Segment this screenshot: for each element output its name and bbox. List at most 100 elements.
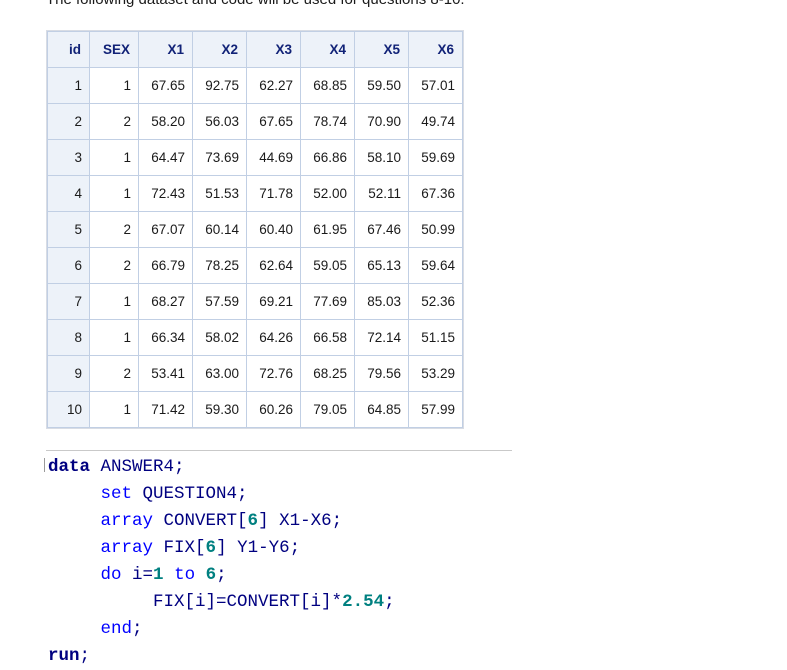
cell-x6: 53.29 <box>408 355 463 392</box>
code-text: ] X1-X6; <box>258 511 343 531</box>
cell-sex: 1 <box>89 175 139 212</box>
cell-x4: 68.25 <box>300 355 355 392</box>
code-keyword-do: do <box>100 565 122 585</box>
cell-x1: 67.65 <box>138 67 193 104</box>
cell-x4: 52.00 <box>300 175 355 212</box>
code-text: QUESTION4; <box>132 484 248 504</box>
code-number: 6 <box>247 511 259 531</box>
code-keyword-array: array <box>100 511 154 531</box>
cell-x3: 60.40 <box>246 211 301 248</box>
cell-x5: 64.85 <box>354 391 409 428</box>
cell-x3: 60.26 <box>246 391 301 428</box>
cell-sex: 2 <box>89 211 139 248</box>
cell-x2: 51.53 <box>192 175 247 212</box>
table-row: 10 1 71.42 59.30 60.26 79.05 64.85 57.99 <box>47 391 463 428</box>
header-sex: SEX <box>89 31 139 68</box>
code-number: 6 <box>205 565 217 585</box>
cell-id: 1 <box>47 67 90 104</box>
cell-x2: 57.59 <box>192 283 247 320</box>
cell-sex: 1 <box>89 319 139 356</box>
code-text: ; <box>216 565 227 585</box>
header-x2: X2 <box>192 31 247 68</box>
header-x6: X6 <box>408 31 463 68</box>
cell-sex: 1 <box>89 391 139 428</box>
cell-x2: 73.69 <box>192 139 247 176</box>
cell-id: 4 <box>47 175 90 212</box>
cell-x5: 59.50 <box>354 67 409 104</box>
cell-x3: 69.21 <box>246 283 301 320</box>
code-text: ; <box>79 646 91 666</box>
header-x3: X3 <box>246 31 301 68</box>
code-number: 1 <box>153 565 164 585</box>
code-text: ] Y1-Y6; <box>216 538 301 558</box>
cell-x6: 59.64 <box>408 247 463 284</box>
intro-text: The following dataset and code will be u… <box>46 0 465 8</box>
cell-x1: 53.41 <box>138 355 193 392</box>
code-number: 2.54 <box>342 592 385 612</box>
cell-id: 2 <box>47 103 90 140</box>
cell-sex: 2 <box>89 247 139 284</box>
cell-x2: 63.00 <box>192 355 247 392</box>
header-x4: X4 <box>300 31 355 68</box>
cell-x2: 92.75 <box>192 67 247 104</box>
cell-x4: 66.86 <box>300 139 355 176</box>
cell-id: 10 <box>47 391 90 428</box>
table-row: 7 1 68.27 57.59 69.21 77.69 85.03 52.36 <box>47 283 463 320</box>
cell-x3: 71.78 <box>246 175 301 212</box>
cell-x5: 52.11 <box>354 175 409 212</box>
cell-id: 6 <box>47 247 90 284</box>
cell-id: 9 <box>47 355 90 392</box>
dataset-table: id SEX X1 X2 X3 X4 X5 X6 1 1 67.65 92.75… <box>47 31 463 428</box>
cell-sex: 2 <box>89 103 139 140</box>
header-id: id <box>47 31 90 68</box>
cell-x4: 59.05 <box>300 247 355 284</box>
cell-x6: 59.69 <box>408 139 463 176</box>
cell-x1: 64.47 <box>138 139 193 176</box>
table-row: 3 1 64.47 73.69 44.69 66.86 58.10 59.69 <box>47 139 463 176</box>
cell-sex: 1 <box>89 67 139 104</box>
table-row: 5 2 67.07 60.14 60.40 61.95 67.46 50.99 <box>47 211 463 248</box>
cell-x6: 50.99 <box>408 211 463 248</box>
cell-x1: 68.27 <box>138 283 193 320</box>
table-row: 6 2 66.79 78.25 62.64 59.05 65.13 59.64 <box>47 247 463 284</box>
table-row: 8 1 66.34 58.02 64.26 66.58 72.14 51.15 <box>47 319 463 356</box>
table-row: 1 1 67.65 92.75 62.27 68.85 59.50 57.01 <box>47 67 463 104</box>
sas-code-block: data ANSWER4; set QUESTION4; array CONVE… <box>48 454 395 670</box>
dataset-table-container: id SEX X1 X2 X3 X4 X5 X6 1 1 67.65 92.75… <box>46 30 464 429</box>
cell-x1: 67.07 <box>138 211 193 248</box>
table-row: 9 2 53.41 63.00 72.76 68.25 79.56 53.29 <box>47 355 463 392</box>
cell-x1: 66.79 <box>138 247 193 284</box>
cell-x1: 72.43 <box>138 175 193 212</box>
code-keyword-run: run <box>48 646 80 666</box>
cell-x3: 64.26 <box>246 319 301 356</box>
code-text: ; <box>384 592 395 612</box>
code-text: ; <box>132 619 143 639</box>
cell-x3: 67.65 <box>246 103 301 140</box>
table-row: 2 2 58.20 56.03 67.65 78.74 70.90 49.74 <box>47 103 463 140</box>
cell-x3: 72.76 <box>246 355 301 392</box>
code-keyword-to: to <box>163 565 206 585</box>
code-number: 6 <box>205 538 217 558</box>
table-header-row: id SEX X1 X2 X3 X4 X5 X6 <box>47 31 463 68</box>
code-keyword-end: end <box>100 619 133 639</box>
code-keyword-array: array <box>100 538 154 558</box>
code-text: FIX[ <box>153 538 206 558</box>
cell-x5: 67.46 <box>354 211 409 248</box>
cell-x5: 79.56 <box>354 355 409 392</box>
code-keyword-set: set <box>100 484 133 504</box>
cell-x6: 57.01 <box>408 67 463 104</box>
code-divider <box>46 450 512 451</box>
cell-x5: 58.10 <box>354 139 409 176</box>
code-text: FIX[i]=CONVERT[i]* <box>153 592 343 612</box>
header-x5: X5 <box>354 31 409 68</box>
cell-x5: 70.90 <box>354 103 409 140</box>
cell-id: 7 <box>47 283 90 320</box>
cell-sex: 1 <box>89 139 139 176</box>
cell-x1: 66.34 <box>138 319 193 356</box>
cursor-bar <box>44 458 45 472</box>
cell-sex: 1 <box>89 283 139 320</box>
